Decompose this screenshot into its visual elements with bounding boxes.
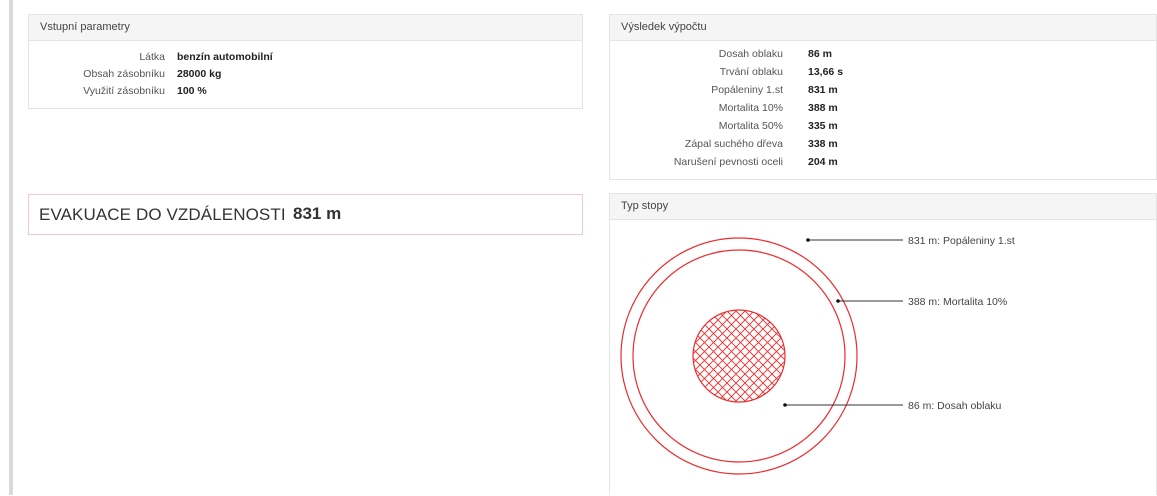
result-value: 388 m [808, 102, 838, 114]
input-value: 100 % [177, 85, 207, 97]
input-parameters-panel: Vstupní parametry Látka benzín automobil… [28, 14, 583, 109]
zone-label-middle: 388 m: Mortalita 10% [908, 296, 1007, 308]
input-label: Obsah zásobníku [83, 68, 165, 80]
result-label: Mortalita 50% [718, 120, 783, 132]
footprint-panel: Typ stopy 831 m: Popáleniny 1.st 388 m: … [609, 193, 1157, 495]
result-value: 335 m [808, 120, 838, 132]
result-label: Zápal suchého dřeva [684, 138, 783, 150]
input-parameters-title: Vstupní parametry [29, 15, 582, 41]
evacuation-banner: EVAKUACE DO VZDÁLENOSTI 831 m [28, 194, 583, 235]
result-label: Trvání oblaku [719, 66, 783, 78]
result-value: 831 m [808, 84, 838, 96]
input-value: benzín automobilní [177, 51, 273, 63]
zone-label-outer: 831 m: Popáleniny 1.st [908, 235, 1015, 247]
result-label: Mortalita 10% [718, 102, 783, 114]
result-value: 204 m [808, 156, 838, 168]
leader-dot-middle [836, 299, 840, 303]
result-value: 13,66 s [808, 66, 844, 78]
input-value: 28000 kg [177, 68, 222, 80]
result-label: Popáleniny 1.st [711, 84, 783, 96]
calculation-results-panel: Výsledek výpočtu Dosah oblaku 86 m Trván… [609, 14, 1157, 180]
calculation-results-title: Výsledek výpočtu [610, 15, 1156, 41]
result-label: Narušení pevnosti oceli [673, 156, 783, 168]
result-value: 338 m [808, 138, 838, 150]
left-edge-rule [9, 0, 13, 495]
zone-fill-inner [692, 309, 786, 403]
evacuation-label: EVAKUACE DO VZDÁLENOSTI [39, 205, 286, 224]
zone-label-inner: 86 m: Dosah oblaku [908, 400, 1002, 412]
leader-dot-outer [806, 238, 810, 242]
footprint-diagram: 831 m: Popáleniny 1.st 388 m: Mortalita … [620, 235, 1015, 475]
input-label: Látka [139, 51, 165, 63]
result-label: Dosah oblaku [718, 48, 783, 60]
leader-dot-inner [783, 403, 787, 407]
result-value: 86 m [808, 48, 832, 60]
input-label: Využití zásobníku [83, 85, 165, 97]
evacuation-distance: 831 m [293, 204, 342, 223]
